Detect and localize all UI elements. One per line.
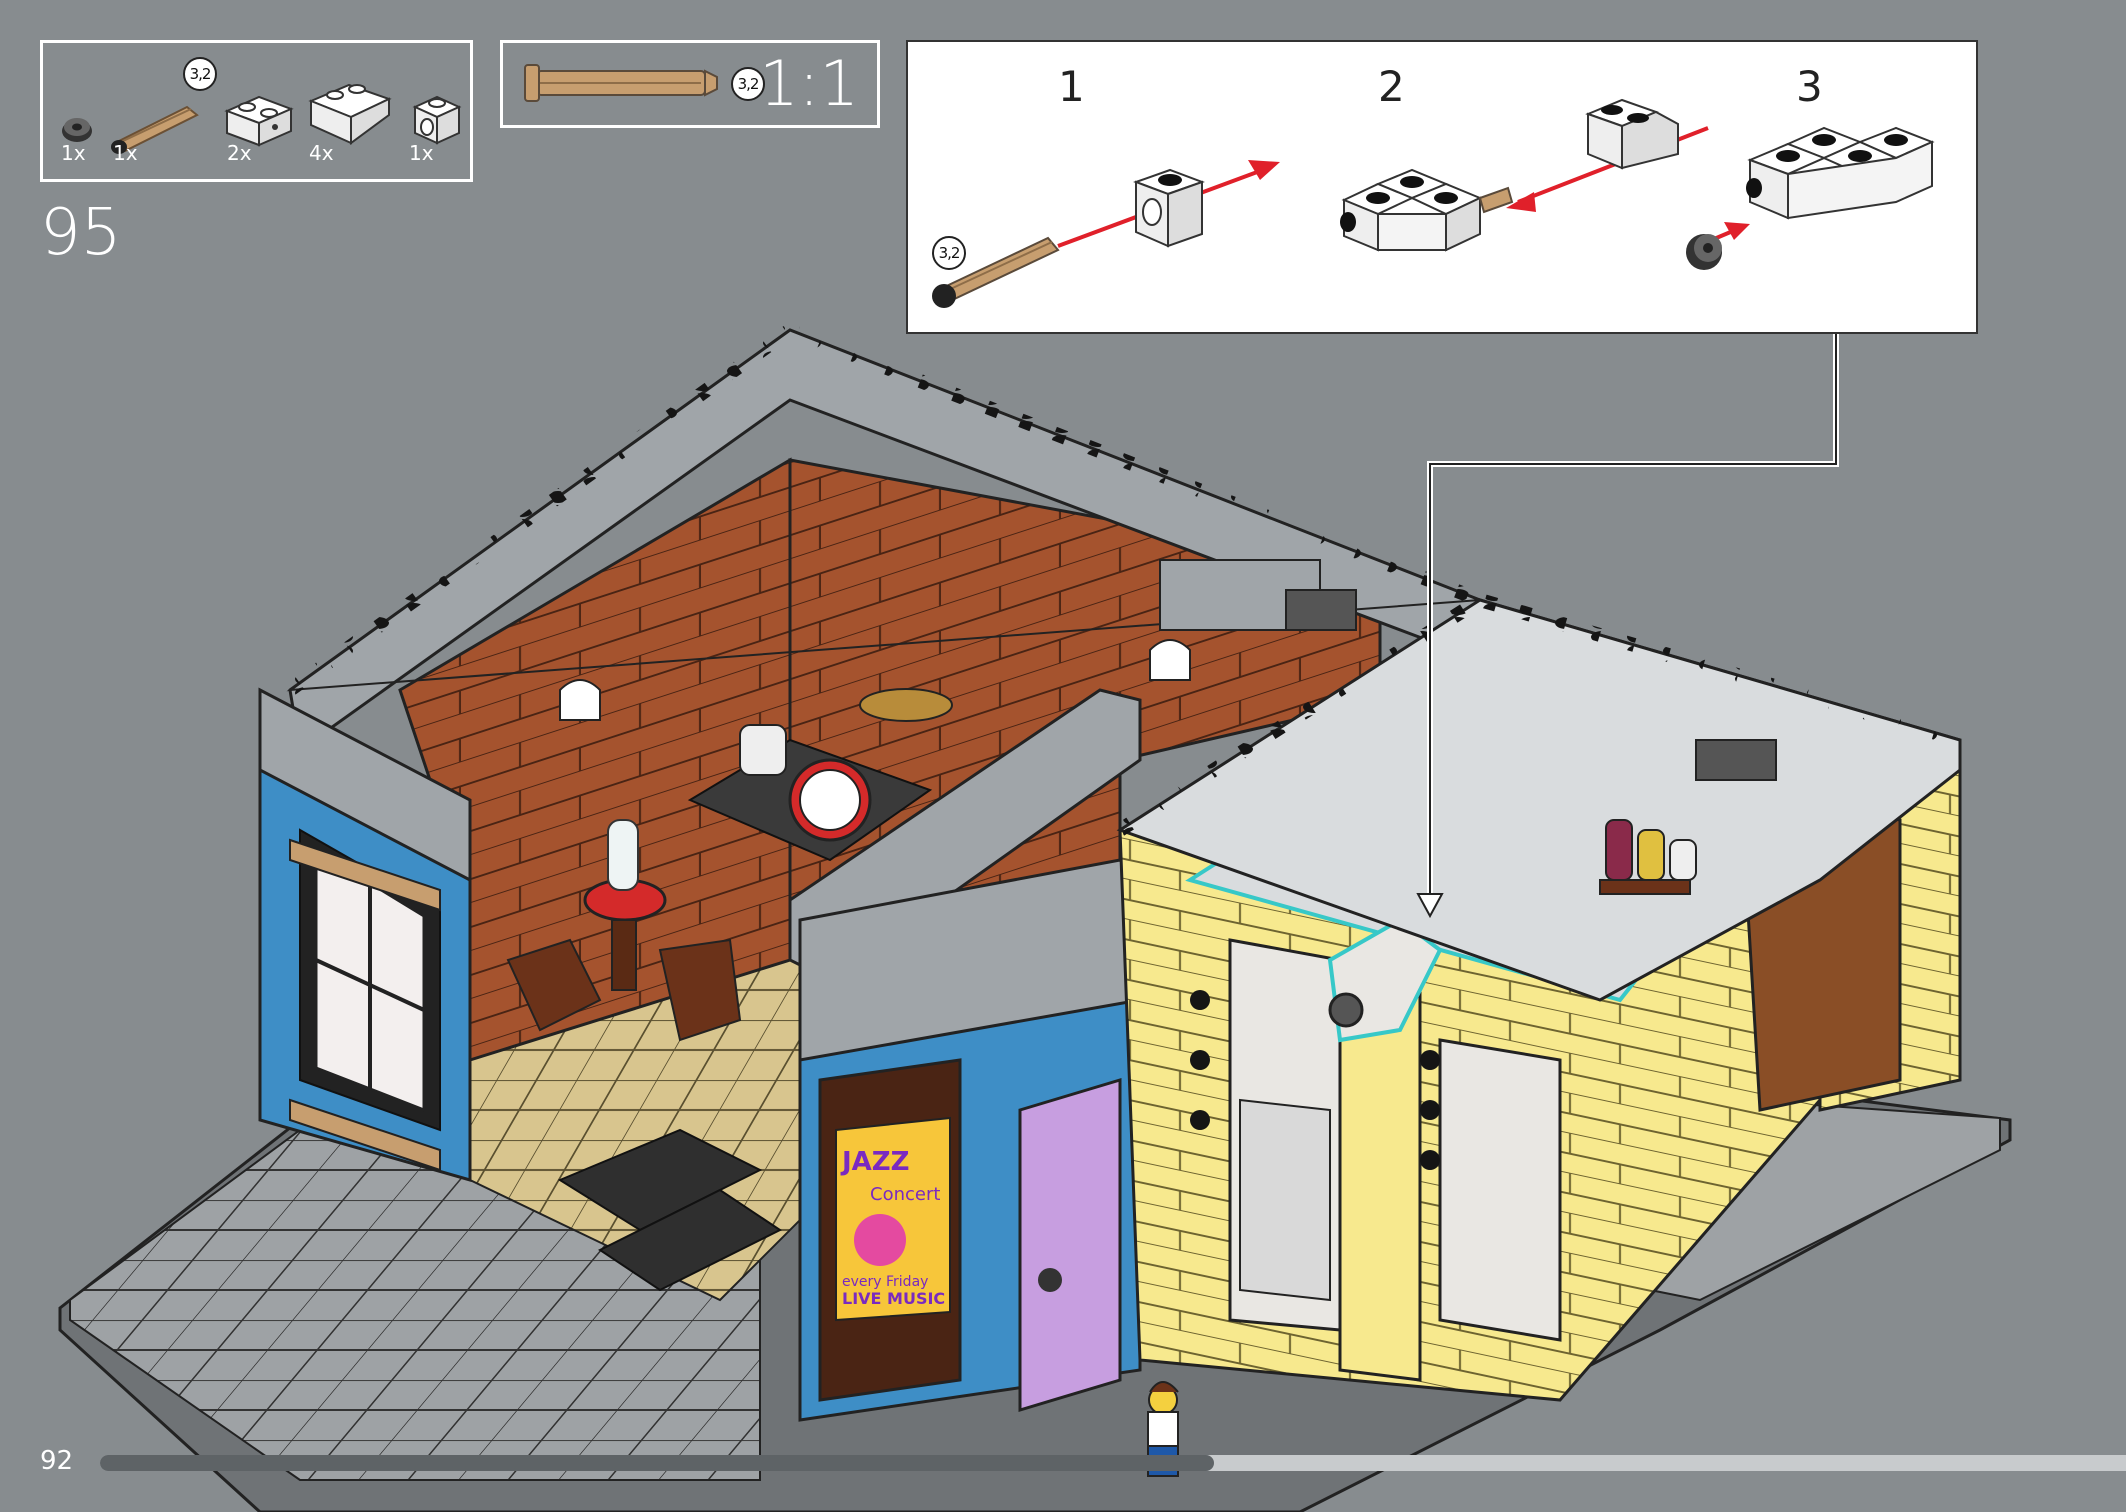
poster-title: JAZZ bbox=[840, 1147, 910, 1177]
round-bush-icon bbox=[1328, 992, 1364, 1028]
wall-lamp bbox=[1149, 639, 1191, 681]
jar bbox=[1669, 839, 1697, 881]
progress-bar-fill bbox=[100, 1455, 1215, 1471]
poster-line1: every Friday bbox=[842, 1274, 928, 1290]
vent-grille bbox=[1285, 589, 1357, 631]
progress-bar bbox=[100, 1455, 2126, 1471]
shelf bbox=[1599, 879, 1691, 895]
bottle bbox=[607, 819, 639, 891]
poster-subtitle: Concert bbox=[870, 1184, 940, 1205]
jar bbox=[1637, 829, 1665, 881]
page-number: 92 bbox=[40, 1446, 74, 1476]
poster-line2: LIVE MUSIC bbox=[842, 1289, 945, 1308]
model-illustration: JAZZ Concert every Friday LIVE MUSIC bbox=[58, 322, 2012, 1512]
purple-door bbox=[1018, 1077, 1122, 1413]
shop-window bbox=[1438, 1038, 1562, 1342]
cymbal bbox=[859, 688, 953, 722]
jar bbox=[1605, 819, 1633, 881]
vent-grille bbox=[1695, 739, 1777, 781]
wall-lamp bbox=[559, 679, 601, 721]
